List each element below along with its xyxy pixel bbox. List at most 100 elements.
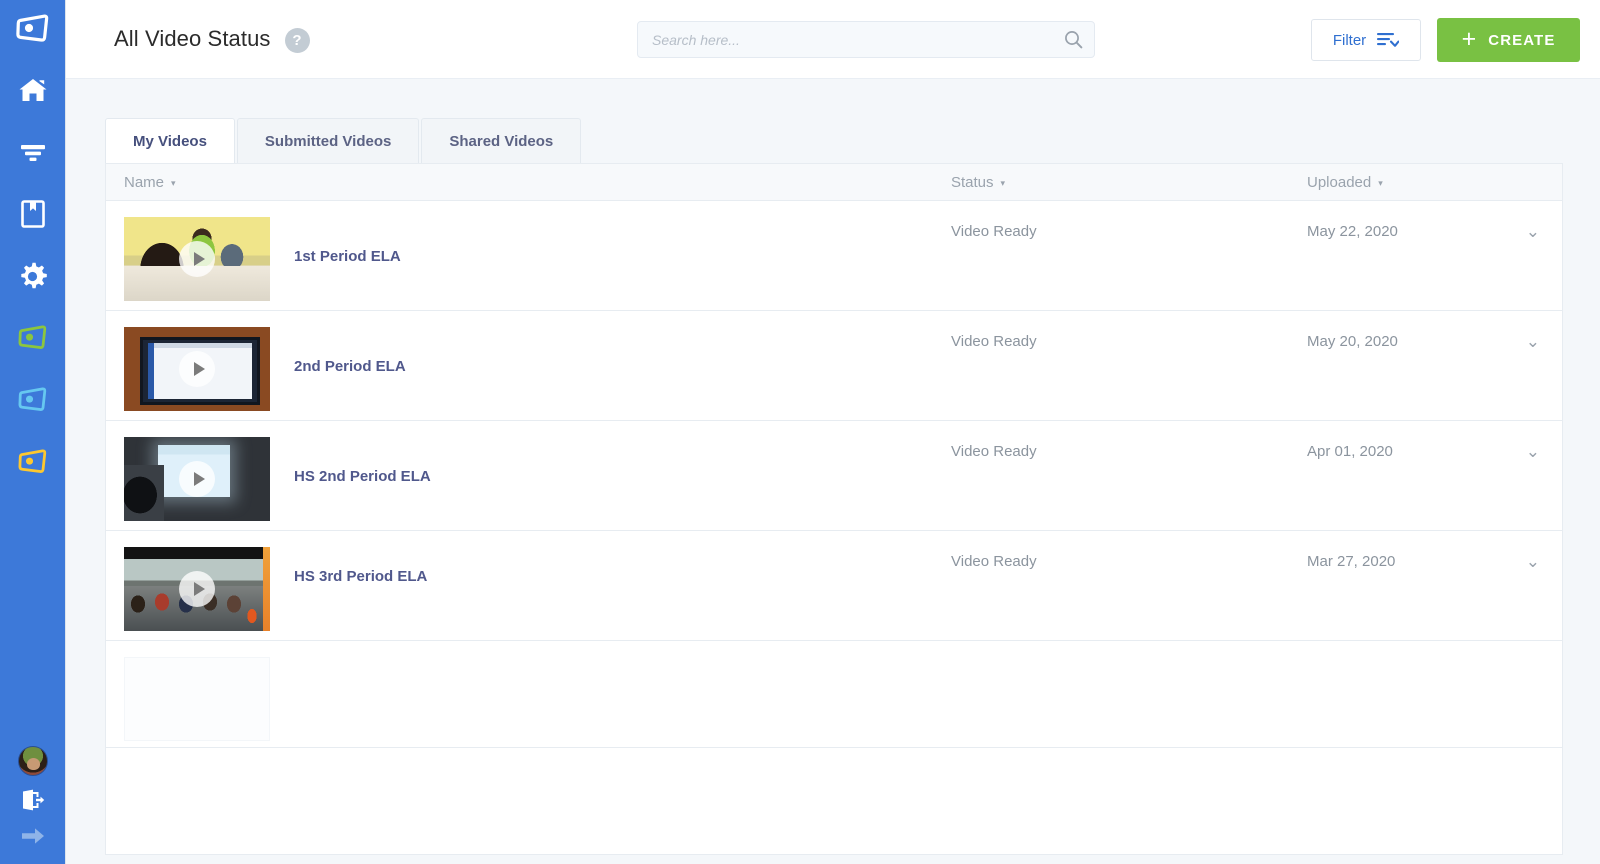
- video-thumbnail[interactable]: [124, 217, 270, 301]
- uploaded-date: May 20, 2020: [1307, 333, 1398, 350]
- content-area: My Videos Submitted Videos Shared Videos…: [66, 79, 1600, 864]
- column-header-name[interactable]: Name ▾: [106, 174, 951, 191]
- sidebar: [0, 0, 66, 864]
- play-icon[interactable]: [179, 351, 215, 387]
- table-row-placeholder: [106, 641, 1562, 748]
- caret-down-icon: ▾: [1378, 177, 1383, 188]
- tab-submitted-videos[interactable]: Submitted Videos: [236, 118, 420, 163]
- cell-name: [106, 748, 951, 794]
- sort-filter-icon: [1377, 33, 1400, 47]
- filter-button-label: Filter: [1332, 31, 1367, 49]
- caret-down-icon: ▾: [171, 177, 176, 188]
- cell-status: Video Ready: [951, 223, 1037, 240]
- tab-label: Shared Videos: [449, 132, 554, 150]
- create-button-label: CREATE: [1488, 31, 1556, 49]
- video-table: Name ▾ Status ▾ Uploaded ▾ 1st Period EL…: [105, 163, 1563, 855]
- tab-my-videos[interactable]: My Videos: [105, 118, 235, 163]
- video-thumbnail[interactable]: [124, 547, 270, 631]
- table-header-row: Name ▾ Status ▾ Uploaded ▾: [106, 164, 1562, 201]
- avatar: [17, 746, 48, 776]
- tab-label: Submitted Videos: [264, 132, 392, 150]
- sidebar-bottom: [0, 740, 66, 864]
- search-bar[interactable]: [637, 21, 1095, 58]
- bookmark-icon: [20, 200, 45, 228]
- sidebar-expand-toggle[interactable]: [0, 818, 66, 854]
- video-title-link[interactable]: 2nd Period ELA: [294, 357, 406, 377]
- column-header-label: Status: [951, 173, 994, 191]
- video-screen-logo-icon: [15, 14, 48, 42]
- sidebar-item-settings[interactable]: [0, 245, 66, 307]
- chevron-down-icon[interactable]: ⌄: [1526, 223, 1540, 240]
- play-icon[interactable]: [179, 241, 215, 277]
- home-icon: [19, 78, 46, 101]
- cell-uploaded: [1307, 641, 1562, 663]
- chevron-down-icon[interactable]: ⌄: [1526, 443, 1540, 460]
- sidebar-item-account[interactable]: [0, 740, 66, 782]
- cell-name: HS 2nd Period ELA: [106, 421, 951, 521]
- cell-uploaded: [1307, 748, 1562, 770]
- play-icon[interactable]: [179, 461, 215, 497]
- sidebar-item-home[interactable]: [0, 59, 66, 121]
- column-header-label: Uploaded: [1307, 173, 1372, 191]
- tab-label: My Videos: [133, 132, 207, 150]
- video-title-link[interactable]: HS 3rd Period ELA: [294, 567, 427, 587]
- table-row[interactable]: 1st Period ELA Video Ready May 22, 2020 …: [106, 201, 1562, 311]
- cell-name: HS 3rd Period ELA: [106, 531, 951, 631]
- column-header-label: Name: [124, 173, 165, 191]
- chevron-down-icon[interactable]: ⌄: [1526, 333, 1540, 350]
- cell-status: Video Ready: [951, 333, 1037, 350]
- filter-button[interactable]: Filter: [1311, 19, 1421, 61]
- chevron-down-icon[interactable]: ⌄: [1526, 553, 1540, 570]
- title-group: All Video Status ?: [66, 26, 310, 53]
- cell-uploaded: May 20, 2020 ⌄: [1307, 311, 1562, 350]
- create-button[interactable]: + CREATE: [1437, 18, 1580, 62]
- video-title-link[interactable]: HS 2nd Period ELA: [294, 467, 431, 487]
- logout-icon: [22, 789, 44, 811]
- top-bar: All Video Status ? Filter: [66, 0, 1600, 79]
- caret-down-icon: ▾: [1000, 177, 1006, 188]
- cell-name: 1st Period ELA: [106, 201, 951, 301]
- search-button[interactable]: [1052, 22, 1094, 57]
- play-icon[interactable]: [179, 571, 215, 607]
- cell-uploaded: Apr 01, 2020 ⌄: [1307, 421, 1562, 460]
- table-row[interactable]: HS 2nd Period ELA Video Ready Apr 01, 20…: [106, 421, 1562, 531]
- plus-icon: +: [1461, 24, 1478, 53]
- cell-uploaded: May 22, 2020 ⌄: [1307, 201, 1562, 240]
- sidebar-item-library[interactable]: [0, 183, 66, 245]
- sidebar-item-logout[interactable]: [0, 782, 66, 818]
- main-area: All Video Status ? Filter: [66, 0, 1600, 864]
- cell-status: [951, 641, 1307, 663]
- search-icon: [1064, 31, 1082, 49]
- video-thumbnail[interactable]: [124, 327, 270, 411]
- video-green-icon: [18, 325, 46, 349]
- cell-status: [951, 748, 1307, 770]
- sidebar-item-filter[interactable]: [0, 121, 66, 183]
- cell-uploaded: Mar 27, 2020 ⌄: [1307, 531, 1562, 570]
- video-title-link[interactable]: 1st Period ELA: [294, 247, 401, 267]
- app-logo[interactable]: [15, 14, 50, 49]
- table-row[interactable]: 2nd Period ELA Video Ready May 20, 2020 …: [106, 311, 1562, 421]
- uploaded-date: Apr 01, 2020: [1307, 443, 1393, 460]
- filter-icon: [20, 145, 45, 161]
- column-header-status[interactable]: Status ▾: [951, 174, 1307, 191]
- page-title: All Video Status: [114, 26, 271, 51]
- tab-bar: My Videos Submitted Videos Shared Videos: [105, 118, 1563, 163]
- app-root: All Video Status ? Filter: [0, 0, 1600, 864]
- video-thumbnail[interactable]: [124, 437, 270, 521]
- header-actions: Filter + CREATE: [1311, 18, 1580, 62]
- cell-name: 2nd Period ELA: [106, 311, 951, 411]
- video-yellow-icon: [18, 449, 46, 473]
- search-input[interactable]: [638, 22, 1052, 57]
- sidebar-item-shared-videos[interactable]: [0, 369, 66, 431]
- tab-shared-videos[interactable]: Shared Videos: [421, 118, 582, 163]
- cell-status: Video Ready: [951, 553, 1037, 570]
- table-row[interactable]: HS 3rd Period ELA Video Ready Mar 27, 20…: [106, 531, 1562, 641]
- uploaded-date: May 22, 2020: [1307, 223, 1398, 240]
- uploaded-date: Mar 27, 2020: [1307, 553, 1396, 570]
- sidebar-item-submitted-videos[interactable]: [0, 431, 66, 493]
- sidebar-item-my-videos[interactable]: [0, 307, 66, 369]
- question-mark-icon[interactable]: ?: [284, 27, 310, 53]
- column-header-uploaded[interactable]: Uploaded ▾: [1307, 174, 1562, 191]
- video-blue-icon: [18, 387, 46, 411]
- thumbnail-placeholder: [124, 657, 270, 741]
